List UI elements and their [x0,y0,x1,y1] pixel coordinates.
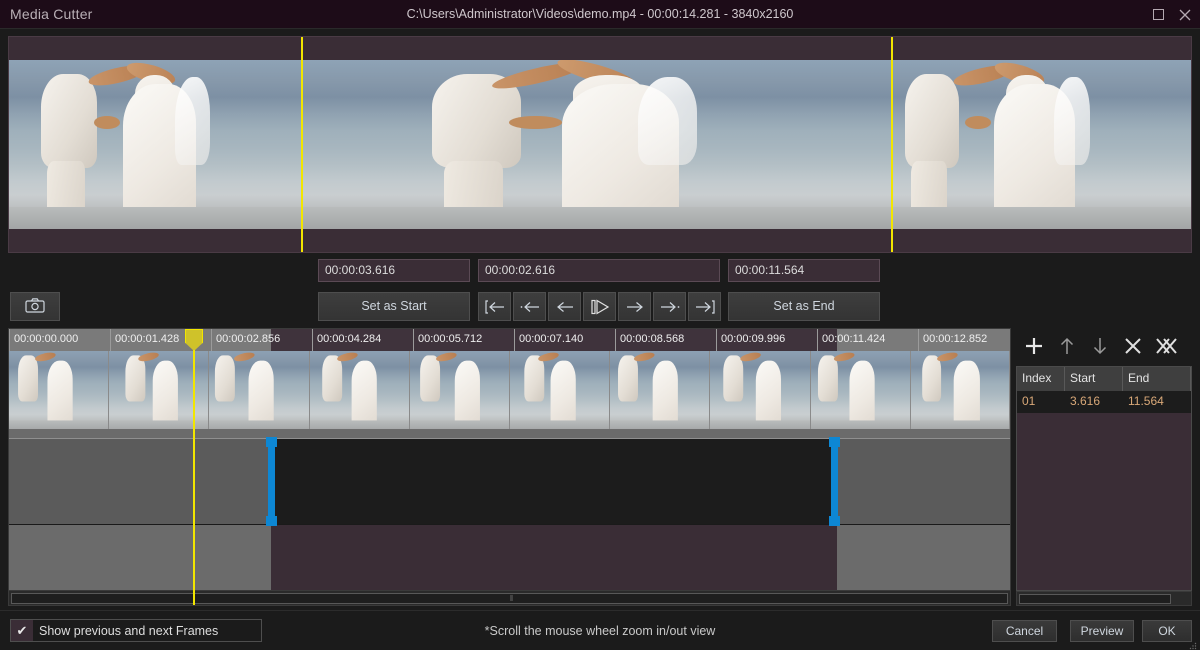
camera-icon [25,297,45,316]
timeline-scrollbar-thumb[interactable]: ⦀ [11,593,1008,604]
cell-end: 11.564 [1128,394,1164,408]
step-forward-button[interactable] [618,292,651,321]
filmstrip[interactable] [9,351,1010,429]
filmstrip-base-band [9,429,1010,439]
play-pause-button[interactable] [583,292,616,321]
scrollbar-grip-icon: ⦀ [509,593,515,603]
ruler-tick: 00:00:07.140 [514,329,583,351]
move-down-button[interactable] [1086,332,1114,360]
segments-table-header: Index Start End [1017,367,1191,391]
timeline-scrollbar[interactable]: ⦀ [9,590,1010,605]
checkbox-check-icon: ✔ [11,620,33,641]
ruler-tick: 00:00:02.856 [211,329,280,351]
ruler-tick: 00:00:04.284 [312,329,381,351]
cell-index: 01 [1022,394,1036,408]
show-frames-label: Show previous and next Frames [39,623,219,638]
column-header-start: Start [1065,367,1123,391]
segments-scrollbar[interactable] [1016,591,1192,606]
snapshot-button[interactable] [10,292,60,321]
end-time-input[interactable]: 00:00:11.564 [728,259,880,282]
next-frame-pane[interactable] [893,37,1191,252]
ruler-tick: 00:00:08.568 [615,329,684,351]
playhead[interactable] [185,329,203,605]
delete-all-segments-button[interactable] [1152,332,1180,360]
segments-scrollbar-thumb[interactable] [1019,594,1171,604]
selection-end-handle[interactable] [829,437,840,526]
filmstrip-thumbnail[interactable] [710,351,811,429]
table-row[interactable]: 01 3.616 11.564 [1017,391,1191,413]
show-frames-checkbox[interactable]: ✔ Show previous and next Frames [10,619,262,642]
column-header-end: End [1123,367,1191,391]
previous-frame-image [9,60,301,229]
ruler-tick: 00:00:01.428 [110,329,179,351]
step-back-fast-button[interactable] [513,292,546,321]
current-time-input[interactable]: 00:00:02.616 [478,259,720,282]
ruler-tick: 00:00:12.852 [918,329,987,351]
jump-to-start-button[interactable] [478,292,511,321]
column-header-index: Index [1017,367,1065,391]
start-time-input[interactable]: 00:00:03.616 [318,259,470,282]
filmstrip-thumbnail[interactable] [610,351,711,429]
selection-region-lower[interactable] [271,525,837,600]
timeline-panel[interactable]: 00:00:00.000 00:00:01.428 00:00:02.856 0… [8,328,1011,606]
preview-area [8,36,1192,253]
preview-button[interactable]: Preview [1070,620,1134,642]
filmstrip-thumbnail[interactable] [510,351,611,429]
segments-toolbar [1016,328,1192,364]
ruler-tick: 00:00:00.000 [9,329,78,351]
file-path-title: C:\Users\Administrator\Videos\demo.mp4 -… [406,7,794,21]
title-bar: Media Cutter C:\Users\Administrator\Vide… [0,0,1200,29]
window-buttons [1153,0,1192,29]
filmstrip-thumbnail[interactable] [810,351,911,429]
move-up-button[interactable] [1053,332,1081,360]
jump-to-end-button[interactable] [688,292,721,321]
step-back-button[interactable] [548,292,581,321]
selection-start-handle[interactable] [266,437,277,526]
filmstrip-thumbnail[interactable] [910,351,1010,429]
footer-bar: *Scroll the mouse wheel zoom in/out view… [0,610,1200,650]
ruler-tick: 00:00:09.996 [716,329,785,351]
ruler-tick: 00:00:05.712 [413,329,482,351]
set-as-start-button[interactable]: Set as Start [318,292,470,321]
segments-table[interactable]: Index Start End 01 3.616 11.564 [1016,366,1192,591]
delete-segment-button[interactable] [1119,332,1147,360]
maximize-icon[interactable] [1153,9,1164,20]
cancel-button[interactable]: Cancel [992,620,1057,642]
media-cutter-window: Media Cutter C:\Users\Administrator\Vide… [0,0,1200,650]
next-frame-image [893,60,1191,229]
resize-grip-icon[interactable] [1189,639,1197,650]
filmstrip-thumbnail[interactable] [9,351,110,429]
step-forward-fast-button[interactable] [653,292,686,321]
set-as-end-button[interactable]: Set as End [728,292,880,321]
add-segment-button[interactable] [1020,332,1048,360]
close-icon[interactable] [1178,8,1192,22]
filmstrip-thumbnail[interactable] [209,351,310,429]
ok-button[interactable]: OK [1142,620,1192,642]
ruler-tick: 00:00:11.424 [817,329,885,351]
filmstrip-thumbnail[interactable] [309,351,410,429]
current-frame-pane[interactable] [303,37,891,252]
filmstrip-thumbnail[interactable] [409,351,511,429]
selection-region-upper[interactable] [271,439,837,524]
current-frame-image [303,60,891,229]
segments-panel: Index Start End 01 3.616 11.564 [1016,328,1192,606]
previous-frame-pane[interactable] [9,37,301,252]
timeline-ruler[interactable]: 00:00:00.000 00:00:01.428 00:00:02.856 0… [9,329,1010,351]
segments-empty-area [1017,413,1191,590]
cell-start: 3.616 [1070,394,1101,408]
